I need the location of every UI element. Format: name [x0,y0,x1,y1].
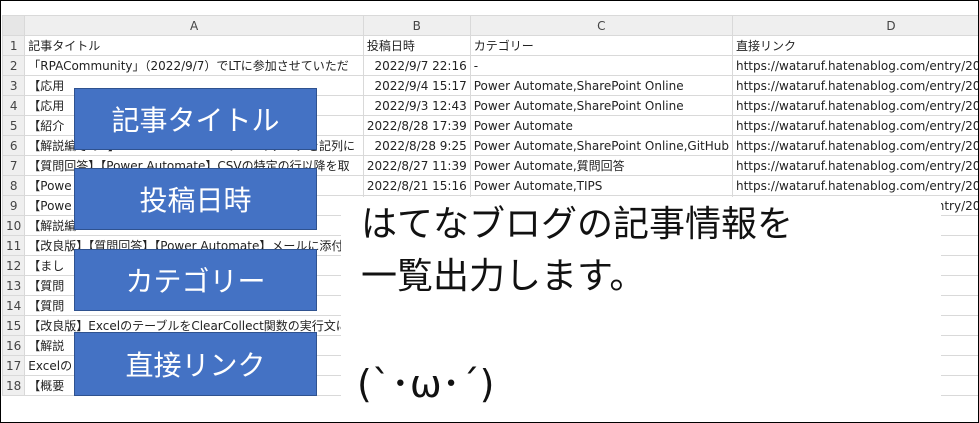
row-number[interactable]: 6 [1,135,26,156]
label-box-title: 記事タイトル [74,88,317,150]
column-header-c[interactable]: C [469,15,734,36]
cell-link[interactable]: https://wataruf.hatenablog.com/entry/202… [732,55,978,76]
cell-title[interactable]: 「RPACommunity」（2022/9/7）でLTに参加させていただ [24,55,364,76]
label-box-date: 投稿日時 [74,168,317,230]
cell-link[interactable]: https://wataruf.hatenablog.com/entry/202… [732,95,978,116]
cell-link[interactable]: https://wataruf.hatenablog.com/entry/202… [732,135,978,156]
callout-text: はてなブログの記事情報を 一覧出力します。 [361,199,793,303]
row-number[interactable]: 7 [1,155,26,176]
emoticon: (`･ω･´) [357,362,495,406]
label-box-category: カテゴリー [74,249,317,311]
label-date-text: 投稿日時 [139,184,252,217]
cell-date[interactable]: 2022/9/7 22:16 [362,55,471,76]
row-number[interactable]: 17 [1,355,26,376]
screenshot-frame: A B C D 1 記事タイトル 投稿日時 カテゴリー 直接リンク 2 「RPACommun… [0,0,979,423]
row-number[interactable]: 14 [1,295,26,316]
label-link-text: 直接リンク [125,349,266,382]
cell-date[interactable]: 投稿日時 [362,35,471,56]
cell-link[interactable]: 直接リンク [732,35,978,56]
column-header-a[interactable]: A [24,15,364,36]
cell-date[interactable]: 2022/8/27 11:39 [362,155,471,176]
cell-link[interactable]: https://wataruf.hatenablog.com/entry/202… [732,115,978,136]
cell-date[interactable]: 2022/9/3 12:43 [362,95,471,116]
row-number[interactable]: 18 [1,375,26,396]
table-row: 2 「RPACommunity」（2022/9/7）でLTに参加させていただ 202… [1,55,978,76]
cell-category[interactable]: - [469,55,734,76]
cell-title[interactable]: 記事タイトル [24,35,364,56]
cell-category[interactable]: Power Automate,SharePoint Online [469,95,734,116]
cell-link[interactable]: https://wataruf.hatenablog.com/entry/202… [732,155,978,176]
row-number[interactable]: 3 [1,75,26,96]
callout-line-2: 一覧出力します。 [361,256,646,297]
row-number[interactable]: 4 [1,95,26,116]
column-header-b[interactable]: B [362,15,471,36]
cell-category[interactable]: Power Automate,質問回答 [469,155,734,176]
row-number[interactable]: 10 [1,215,26,236]
label-box-link: 直接リンク [74,332,317,396]
cell-date[interactable]: 2022/8/28 9:25 [362,135,471,156]
row-number[interactable]: 1 [1,35,26,56]
table-row: 1 記事タイトル 投稿日時 カテゴリー 直接リンク [1,35,978,56]
row-number[interactable]: 9 [1,195,26,216]
row-number[interactable]: 15 [1,315,26,336]
row-number[interactable]: 2 [1,55,26,76]
cell-category[interactable]: Power Automate,SharePoint Online,GitHub [469,135,734,156]
label-category-text: カテゴリー [125,265,266,298]
row-number[interactable]: 12 [1,255,26,276]
select-all-corner[interactable] [1,15,26,36]
label-title-text: 記事タイトル [111,104,280,137]
cell-date[interactable]: 2022/9/4 15:17 [362,75,471,96]
cell-category[interactable]: Power Automate,TIPS [469,175,734,196]
cell-category[interactable]: Power Automate,SharePoint Online [469,75,734,96]
column-header-d[interactable]: D [732,15,978,36]
row-number[interactable]: 11 [1,235,26,256]
cell-date[interactable]: 2022/8/21 15:16 [362,175,471,196]
row-number[interactable]: 5 [1,115,26,136]
cell-link[interactable]: https://wataruf.hatenablog.com/entry/202… [732,75,978,96]
cell-date[interactable]: 2022/8/28 17:39 [362,115,471,136]
row-number[interactable]: 8 [1,175,26,196]
cell-category[interactable]: Power Automate [469,115,734,136]
row-number[interactable]: 13 [1,275,26,296]
row-number[interactable]: 16 [1,335,26,356]
column-header-row: A B C D [1,15,978,36]
callout-line-1: はてなブログの記事情報を [361,204,794,245]
cell-link[interactable]: https://wataruf.hatenablog.com/entry/202… [732,175,978,196]
cell-category[interactable]: カテゴリー [469,35,734,56]
